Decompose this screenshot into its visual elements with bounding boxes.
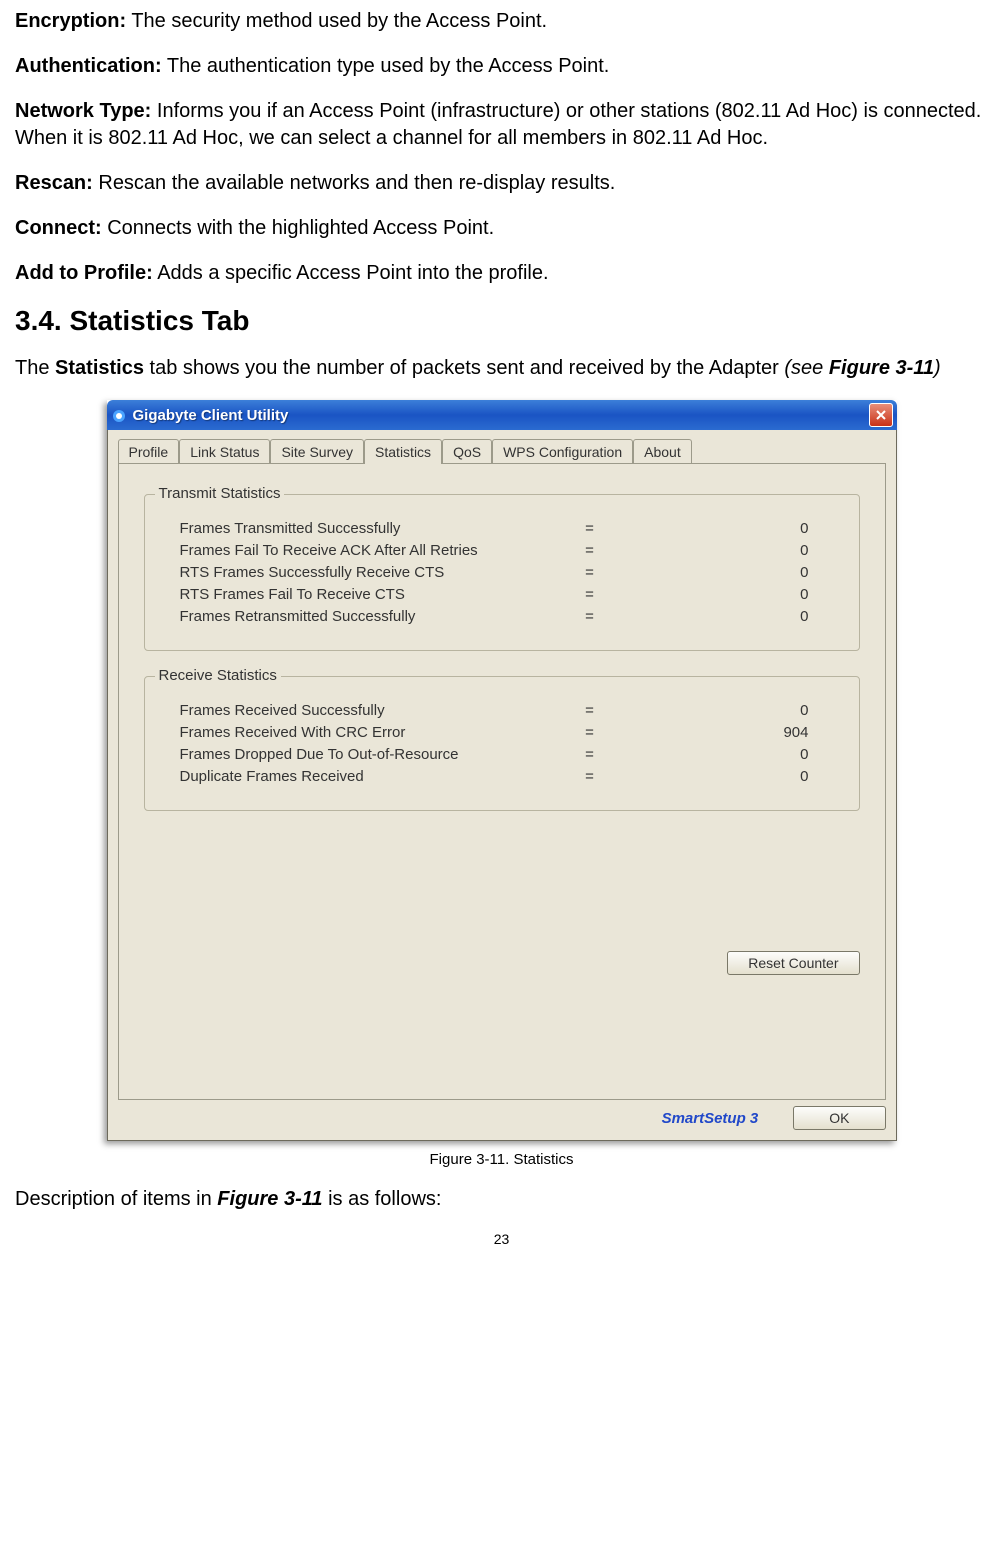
figure-3-11: Gigabyte Client Utility Profile Link Sta… [15,400,988,1141]
bottom-bar: SmartSetup 3 OK [118,1106,886,1130]
tab-about[interactable]: About [633,439,692,464]
tab-statistics[interactable]: Statistics [364,439,442,464]
stat-value: 0 [620,608,839,625]
tab-wps-configuration[interactable]: WPS Configuration [492,439,633,464]
transmit-statistics-group: Transmit Statistics Frames Transmitted S… [144,494,860,651]
rx-row-3: Duplicate Frames Received = 0 [165,768,839,785]
tx-row-1: Frames Fail To Receive ACK After All Ret… [165,542,839,559]
section-heading: 3.4. Statistics Tab [15,305,988,337]
app-window: Gigabyte Client Utility Profile Link Sta… [107,400,897,1141]
stat-label: Frames Received Successfully [180,702,560,719]
transmit-statistics-title: Transmit Statistics [155,485,285,502]
receive-statistics-group: Receive Statistics Frames Received Succe… [144,676,860,811]
stat-label: Frames Transmitted Successfully [180,520,560,537]
stat-label: Duplicate Frames Received [180,768,560,785]
def-encryption: Encryption: The security method used by … [15,8,988,35]
stat-value: 0 [620,564,839,581]
rx-row-1: Frames Received With CRC Error = 904 [165,724,839,741]
tx-row-0: Frames Transmitted Successfully = 0 [165,520,839,537]
dialog-body: Profile Link Status Site Survey Statisti… [107,430,897,1141]
tab-link-status[interactable]: Link Status [179,439,270,464]
ok-button[interactable]: OK [793,1106,885,1130]
smartsetup-label: SmartSetup 3 [118,1110,769,1127]
rx-row-2: Frames Dropped Due To Out-of-Resource = … [165,746,839,763]
tab-qos[interactable]: QoS [442,439,492,464]
figure-caption: Figure 3-11. Statistics [15,1151,988,1168]
stat-label: Frames Fail To Receive ACK After All Ret… [180,542,560,559]
app-icon [111,407,127,423]
tab-site-survey[interactable]: Site Survey [270,439,364,464]
tab-content: Transmit Statistics Frames Transmitted S… [118,463,886,1100]
close-button[interactable] [869,403,893,427]
receive-statistics-title: Receive Statistics [155,667,281,684]
stat-value: 0 [620,542,839,559]
reset-area: Reset Counter [144,951,860,975]
tx-row-3: RTS Frames Fail To Receive CTS = 0 [165,586,839,603]
close-icon [876,407,886,423]
page-number: 23 [15,1231,988,1247]
rx-row-0: Frames Received Successfully = 0 [165,702,839,719]
stat-value: 0 [620,586,839,603]
stat-value: 0 [620,768,839,785]
def-authentication: Authentication: The authentication type … [15,53,988,80]
def-add-to-profile: Add to Profile: Adds a specific Access P… [15,260,988,287]
window-title: Gigabyte Client Utility [133,407,289,424]
tab-row: Profile Link Status Site Survey Statisti… [118,438,886,463]
tab-profile[interactable]: Profile [118,439,180,464]
tx-row-4: Frames Retransmitted Successfully = 0 [165,608,839,625]
stat-value: 0 [620,702,839,719]
def-rescan: Rescan: Rescan the available networks an… [15,170,988,197]
stat-label: RTS Frames Successfully Receive CTS [180,564,560,581]
stat-label: RTS Frames Fail To Receive CTS [180,586,560,603]
description-line: Description of items in Figure 3-11 is a… [15,1186,988,1213]
def-connect: Connect: Connects with the highlighted A… [15,215,988,242]
stat-value: 0 [620,520,839,537]
def-network-type: Network Type: Informs you if an Access P… [15,98,988,152]
stat-value: 0 [620,746,839,763]
stat-label: Frames Dropped Due To Out-of-Resource [180,746,560,763]
stat-label: Frames Received With CRC Error [180,724,560,741]
titlebar: Gigabyte Client Utility [107,400,897,430]
intro-paragraph: The Statistics tab shows you the number … [15,355,988,382]
tx-row-2: RTS Frames Successfully Receive CTS = 0 [165,564,839,581]
stat-value: 904 [620,724,839,741]
reset-counter-button[interactable]: Reset Counter [727,951,859,975]
stat-label: Frames Retransmitted Successfully [180,608,560,625]
